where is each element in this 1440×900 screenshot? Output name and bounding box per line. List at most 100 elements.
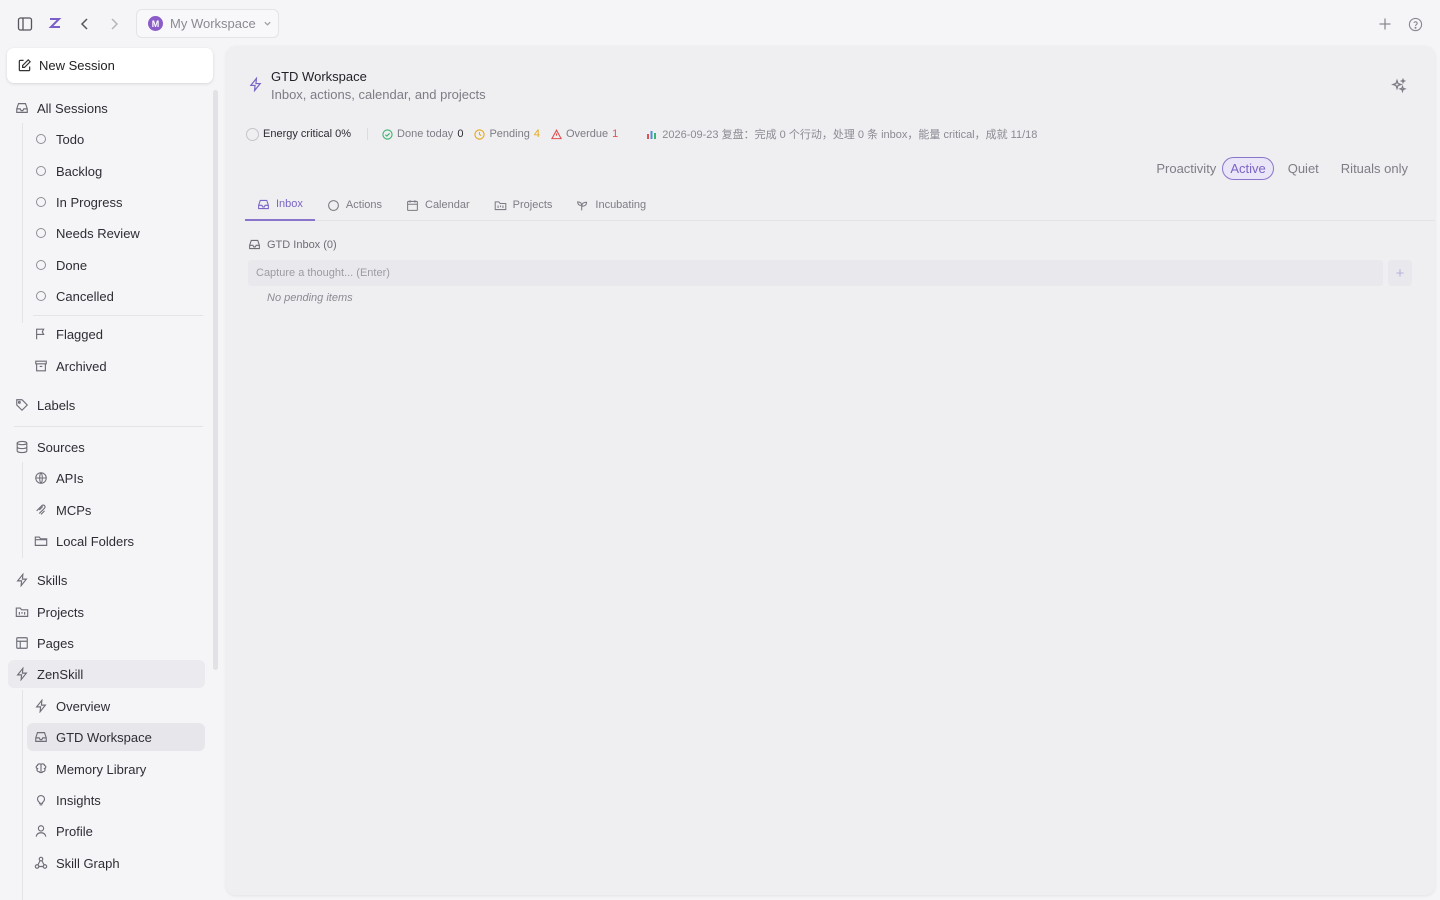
- sparkles-icon[interactable]: [1391, 78, 1407, 94]
- folder-kanban-icon: [494, 199, 507, 212]
- empty-state-text: No pending items: [267, 292, 353, 304]
- tab-actions[interactable]: Actions: [315, 189, 394, 221]
- energy-ring-icon: [246, 127, 259, 141]
- sidebar-item-projects[interactable]: Projects: [14, 599, 205, 625]
- brain-icon: [33, 761, 49, 777]
- sidebar-item-in-progress[interactable]: In Progress: [33, 189, 205, 215]
- new-session-label: New Session: [39, 58, 115, 73]
- proactivity-option-quiet[interactable]: Quiet: [1277, 161, 1330, 176]
- status-circle-icon: [33, 257, 49, 273]
- sidebar-item-label: ZenSkill: [37, 666, 84, 682]
- sidebar-item-label: MCPs: [56, 502, 92, 518]
- globe-icon: [33, 470, 49, 486]
- sidebar-divider: [14, 426, 203, 427]
- sidebar-item-label: Skill Graph: [56, 855, 120, 871]
- sidebar-item-needs-review[interactable]: Needs Review: [33, 220, 205, 246]
- app-logo-icon: [44, 12, 66, 34]
- bar-chart-icon: [646, 129, 658, 140]
- overdue-status: Overdue 1: [550, 128, 619, 140]
- zap-icon: [14, 666, 30, 682]
- zap-icon: [248, 77, 263, 92]
- inbox-icon: [257, 198, 270, 211]
- status-circle-icon: [33, 288, 49, 304]
- sidebar-item-all-sessions[interactable]: All Sessions: [14, 95, 205, 121]
- sidebar-item-todo[interactable]: Todo: [33, 126, 205, 152]
- sidebar-item-label: In Progress: [56, 194, 123, 210]
- overdue-count: 1: [612, 128, 619, 140]
- capture-input[interactable]: [248, 260, 1383, 286]
- sidebar-item-label: Pages: [37, 635, 74, 651]
- sidebar-item-label: Archived: [56, 358, 107, 374]
- sidebar-item-labels[interactable]: Labels: [14, 392, 205, 418]
- tab-calendar[interactable]: Calendar: [394, 189, 482, 221]
- edit-icon: [16, 58, 32, 74]
- layout-icon: [14, 635, 30, 651]
- circle-icon: [327, 199, 340, 212]
- sidebar-item-skill-graph[interactable]: Skill Graph: [33, 850, 205, 876]
- new-session-button[interactable]: New Session: [7, 48, 213, 83]
- sidebar-item-label: Backlog: [56, 163, 103, 179]
- alert-triangle-icon: [550, 128, 562, 140]
- proactivity-option-rituals-only[interactable]: Rituals only: [1330, 161, 1408, 176]
- proactivity-option-active[interactable]: Active: [1222, 156, 1274, 180]
- add-item-button[interactable]: +: [1388, 260, 1412, 286]
- add-icon[interactable]: [1374, 13, 1396, 35]
- tab-label: Incubating: [595, 199, 647, 211]
- sidebar-item-sources[interactable]: Sources: [14, 434, 205, 460]
- page-subtitle: Inbox, actions, calendar, and projects: [271, 87, 486, 102]
- sidebar-item-label: Labels: [37, 397, 76, 413]
- sidebar-item-flagged[interactable]: Flagged: [33, 321, 205, 347]
- energy-status: Energy critical 0%: [246, 127, 351, 141]
- sidebar-item-apis[interactable]: APIs: [33, 465, 205, 491]
- sidebar-item-gtd-workspace[interactable]: GTD Workspace: [27, 723, 205, 751]
- inbox-icon: [248, 238, 261, 251]
- check-circle-icon: [382, 128, 393, 140]
- sidebar-item-cancelled[interactable]: Cancelled: [33, 283, 205, 309]
- sidebar-item-overview[interactable]: Overview: [33, 693, 205, 719]
- tab-label: Calendar: [425, 199, 470, 211]
- help-icon[interactable]: [1404, 13, 1426, 35]
- sidebar-item-label: Profile: [56, 823, 93, 839]
- sidebar-item-label: Todo: [56, 131, 85, 147]
- tab-projects[interactable]: Projects: [482, 189, 565, 221]
- workspace-switcher[interactable]: M My Workspace: [136, 9, 279, 38]
- calendar-icon: [406, 199, 419, 212]
- inbox-icon: [14, 100, 30, 116]
- sidebar-item-local-folders[interactable]: Local Folders: [33, 528, 205, 554]
- sidebar-toggle-icon[interactable]: [14, 13, 36, 35]
- sidebar-item-done[interactable]: Done: [33, 252, 205, 278]
- chevron-down-icon: [263, 19, 272, 28]
- sidebar-item-label: Done: [56, 257, 88, 273]
- sidebar-item-backlog[interactable]: Backlog: [33, 158, 205, 184]
- sidebar-scrollbar[interactable]: [213, 90, 218, 670]
- workspace-name: My Workspace: [170, 16, 256, 31]
- sidebar-item-insights[interactable]: Insights: [33, 787, 205, 813]
- sidebar-item-zenskill[interactable]: ZenSkill: [8, 660, 205, 688]
- flag-icon: [33, 326, 49, 342]
- inbox-icon: [33, 729, 49, 745]
- sidebar-item-profile[interactable]: Profile: [33, 818, 205, 844]
- sidebar-item-label: Cancelled: [56, 288, 114, 304]
- user-icon: [33, 823, 49, 839]
- sidebar-item-label: Insights: [56, 792, 101, 808]
- sidebar-item-archived[interactable]: Archived: [33, 353, 205, 379]
- sidebar-item-label: Local Folders: [56, 533, 135, 549]
- sidebar-item-label: Skills: [37, 572, 68, 588]
- review-text: 2026-09-23 复盘：完成 0 个行动，处理 0 条 inbox，能量 c…: [662, 129, 1038, 141]
- tab-label: Inbox: [276, 198, 303, 210]
- back-arrow-icon[interactable]: [74, 13, 96, 35]
- sidebar-item-skills[interactable]: Skills: [14, 567, 205, 593]
- sidebar-item-pages[interactable]: Pages: [14, 630, 205, 656]
- tab-inbox[interactable]: Inbox: [245, 189, 315, 221]
- status-circle-icon: [33, 131, 49, 147]
- forward-arrow-icon[interactable]: [103, 13, 125, 35]
- sidebar-item-label: Memory Library: [56, 761, 147, 777]
- workspace-avatar: M: [148, 16, 163, 31]
- tab-incubating[interactable]: Incubating: [564, 189, 658, 221]
- clock-icon: [474, 128, 486, 140]
- sidebar-item-label: Flagged: [56, 326, 103, 342]
- sidebar-item-label: APIs: [56, 470, 84, 486]
- sidebar-item-mcps[interactable]: MCPs: [33, 497, 205, 523]
- sidebar-item-memory-library[interactable]: Memory Library: [33, 756, 205, 782]
- lightbulb-icon: [33, 792, 49, 808]
